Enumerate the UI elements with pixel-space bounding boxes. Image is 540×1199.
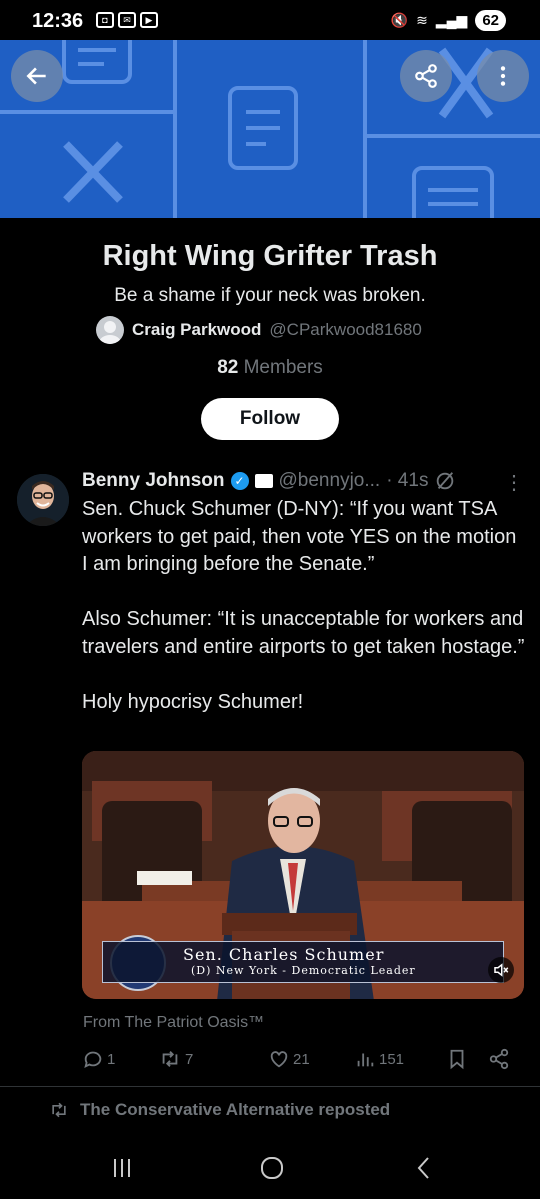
speaker-muted-icon [494,963,509,977]
view-count: 151 [379,1050,405,1068]
reply-count: 1 [107,1050,116,1068]
mute-icon: 🔇 [390,12,409,28]
notification-app-icon: ◘ [96,12,114,28]
more-options-button[interactable] [477,50,529,102]
member-count[interactable]: 82 Members [0,357,540,379]
back-button[interactable] [11,50,63,102]
back-arrow-icon [26,67,46,85]
tweet-paragraph: Holy hypocrisy Schumer! [82,690,304,713]
system-back-button[interactable] [404,1150,444,1186]
grok-icon[interactable] [434,470,456,492]
repost-context-text: The Conservative Alternative reposted [80,1100,391,1119]
author-name[interactable]: Benny Johnson [82,470,225,492]
views-button[interactable]: 151 [354,1048,404,1070]
bookmark-button[interactable] [446,1048,468,1070]
community-description: Be a shame if your neck was broken. [114,285,426,306]
like-button[interactable]: 21 [268,1048,310,1070]
home-button[interactable] [252,1150,292,1186]
creator-handle: @CParkwood81680 [269,320,422,339]
battery-indicator: 62 [475,10,506,31]
like-count: 21 [293,1050,310,1068]
repost-button[interactable]: 7 [158,1048,193,1070]
notification-icons: ◘ ✉ ▶ [96,12,158,28]
video-mute-button[interactable] [488,957,514,983]
tweet-text: Sen. Chuck Schumer (D-NY): “If you want … [82,496,527,744]
status-right: 🔇 ≋ ▂▄▆ 62 [391,10,506,31]
repost-count: 7 [185,1050,194,1068]
tweet-video[interactable]: Sen. Charles Schumer (D) New York - Demo… [82,751,524,999]
tweet-source[interactable]: From The Patriot Oasis™ [83,1014,264,1032]
share-button[interactable] [400,50,452,102]
community-title: Right Wing Grifter Trash [102,240,438,272]
author-avatar[interactable] [17,474,69,526]
reply-button[interactable]: 1 [82,1048,115,1070]
analytics-icon [357,1053,374,1067]
community-creator[interactable]: Craig Parkwood @CParkwood81680 [96,316,422,344]
status-time: 12:36 [32,10,84,32]
youtube-icon: ▶ [140,12,158,28]
tweet-paragraph: Sen. Chuck Schumer (D-NY): “If you want … [82,498,517,575]
feed-divider [0,1086,540,1087]
video-lower-third: Sen. Charles Schumer (D) New York - Demo… [102,941,504,983]
recent-apps-icon [114,1159,130,1177]
tweet-actions: 1 7 21 151 [82,1048,522,1076]
member-count-value: 82 [217,357,239,378]
share-icon [415,64,437,88]
lower-third-subtitle: (D) New York - Democratic Leader [191,964,416,977]
repost-icon [52,1102,66,1118]
signal-icon: ▂▄▆ [435,12,468,28]
wifi-icon: ≋ [416,12,428,28]
affiliation-badge-icon [254,474,273,488]
recent-apps-button[interactable] [102,1150,142,1186]
heart-icon [270,1051,288,1068]
default-avatar-icon [99,321,121,344]
tweet-more-button[interactable]: ⋮ [504,470,524,495]
share-tweet-button[interactable] [488,1048,510,1070]
status-bar: 12:36 ◘ ✉ ▶ 🔇 ≋ ▂▄▆ 62 [0,0,540,40]
tweet-header: Benny Johnson ✓ @bennyjo... · 41s [82,470,456,492]
follow-button[interactable]: Follow [201,398,339,440]
home-icon [261,1157,283,1179]
community-banner [0,40,540,218]
chevron-left-icon [417,1157,429,1179]
reply-icon [84,1051,102,1069]
lower-third-name: Sen. Charles Schumer [183,945,385,964]
verified-badge-icon: ✓ [230,472,249,490]
more-vertical-icon [500,66,506,86]
bookmark-icon [450,1049,464,1070]
author-handle[interactable]: @bennyjo... [279,470,381,492]
banner-pattern [0,40,540,218]
creator-avatar [96,316,124,344]
tweet-time[interactable]: · 41s [386,470,428,492]
repost-context[interactable]: The Conservative Alternative reposted [48,1100,390,1120]
gmail-icon: ✉ [118,12,136,28]
member-count-label: Members [243,357,323,378]
repost-icon [162,1051,178,1067]
author-avatar-image [17,474,69,526]
tweet-paragraph: Also Schumer: “It is unacceptable for wo… [82,608,525,658]
share-icon [489,1048,509,1070]
creator-name: Craig Parkwood [132,320,262,339]
